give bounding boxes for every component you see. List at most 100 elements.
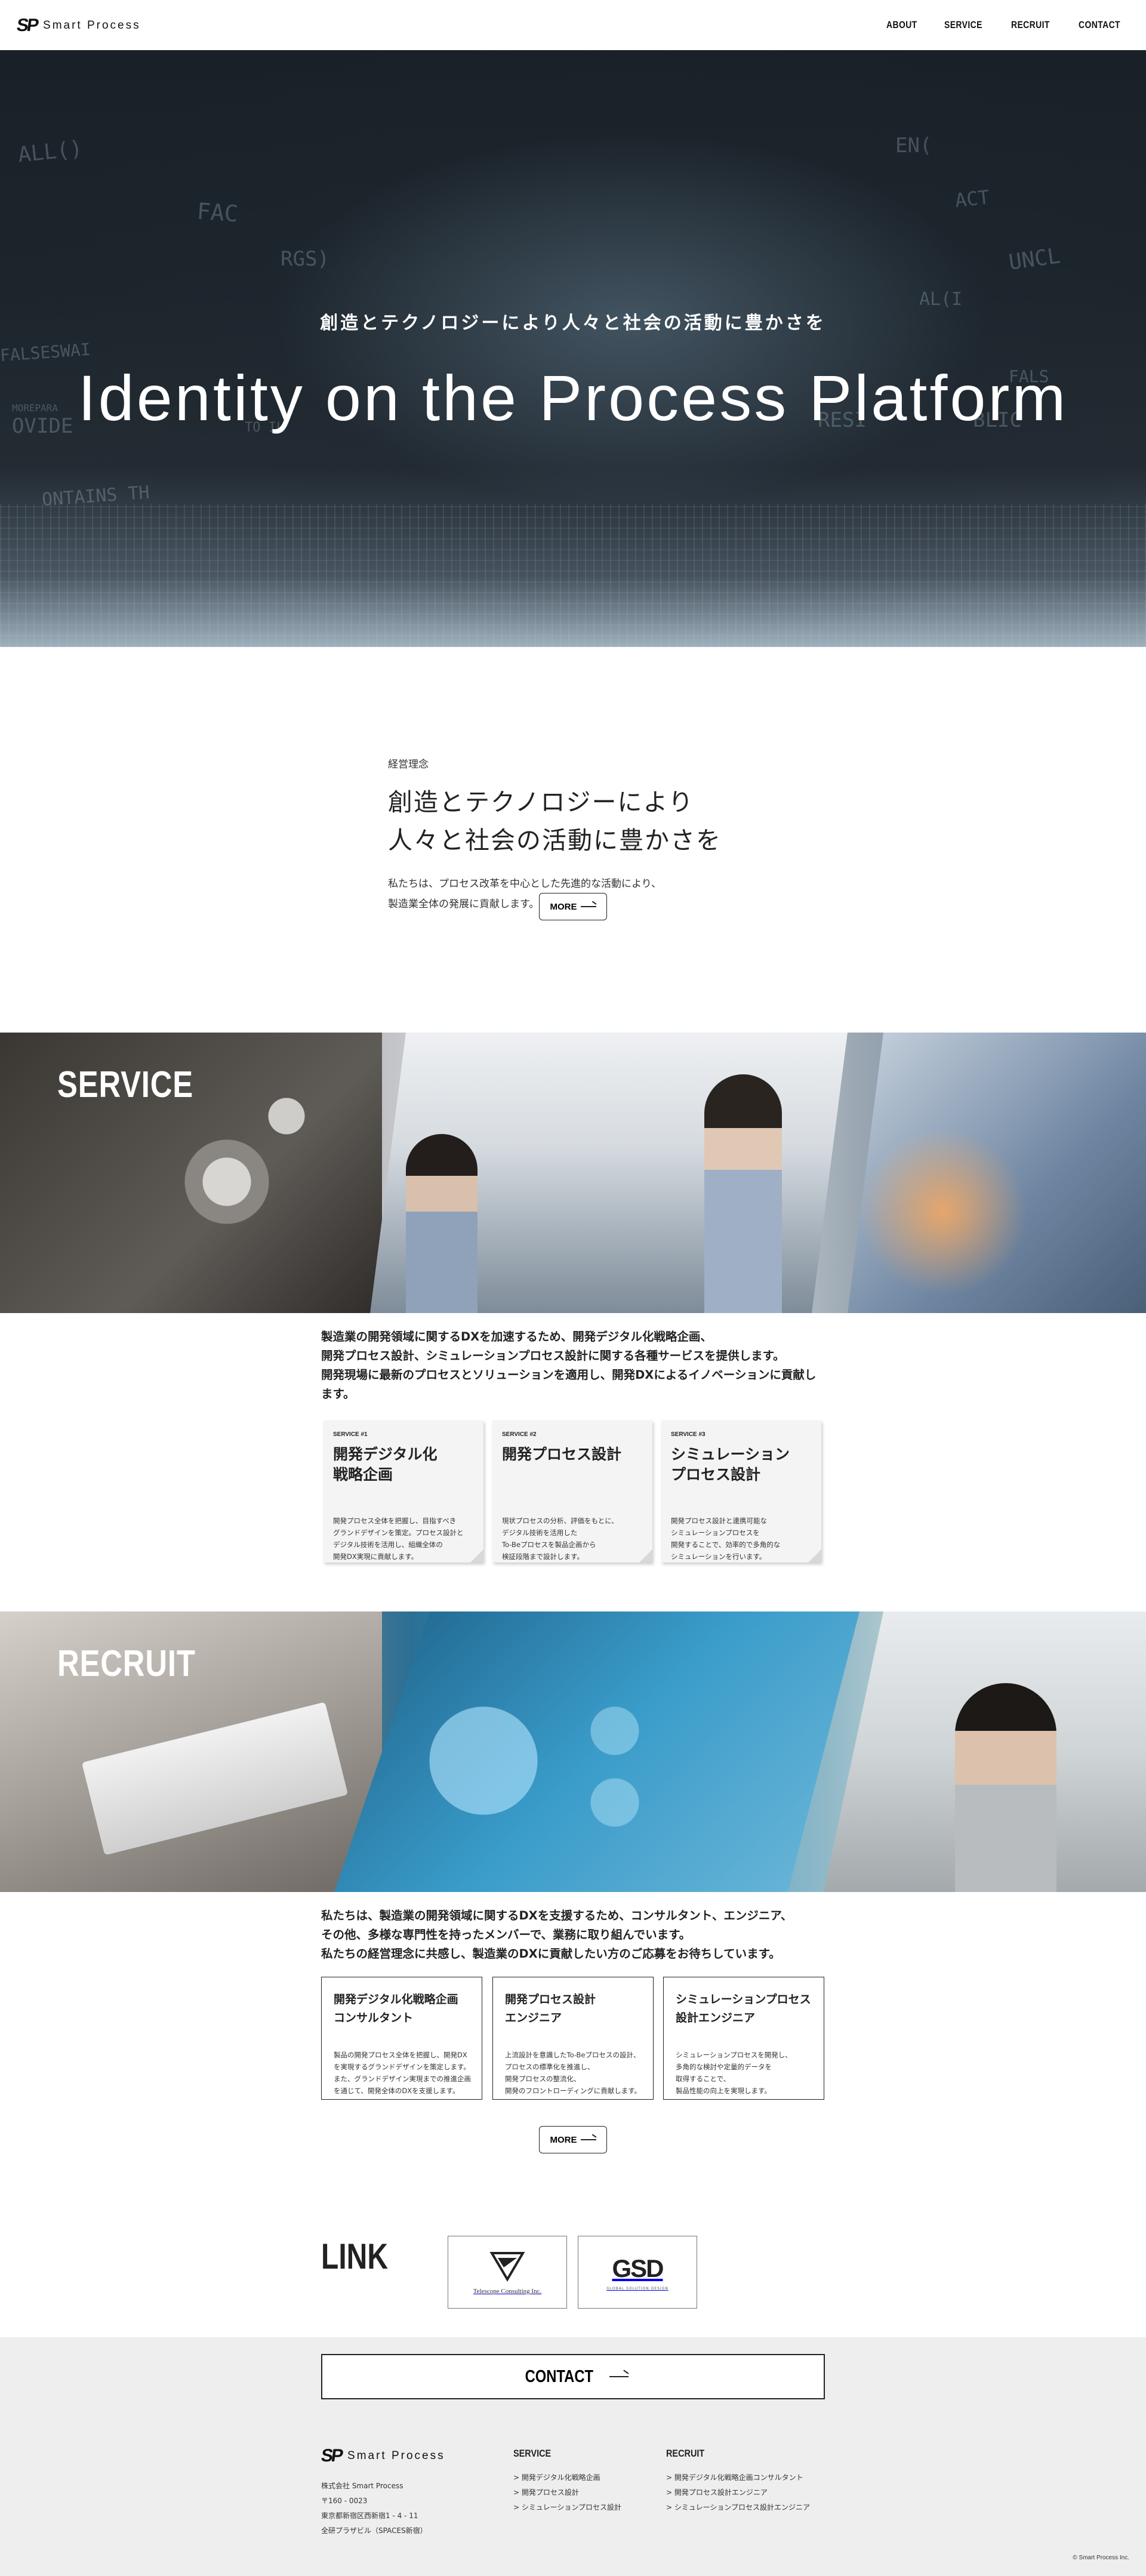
partner-link-gsd[interactable]: GSD GLOBAL SOLUTION DESIGN	[578, 2236, 697, 2309]
philosophy-body-line: 私たちは、プロセス改革を中心とした先進的な活動により、	[388, 878, 661, 890]
service-card[interactable]: SERVICE #3 シミュレーション プロセス設計 開発プロセス設計と連携可能…	[661, 1421, 821, 1563]
hero-bg-text: EN(	[895, 134, 932, 158]
service-card-title: シミュレーション プロセス設計	[671, 1444, 790, 1485]
footer-link[interactable]: > シミュレーションプロセス設計	[513, 2500, 621, 2515]
service-card-title-line: 戦略企画	[333, 1466, 393, 1483]
address-line: 株式会社 Smart Process	[321, 2482, 403, 2490]
link-section: LINK Telescope Consulting Inc. GSD GLOBA…	[0, 2236, 1146, 2337]
service-card-description: 開発プロセス設計と連携可能な シミュレーションプロセスを 開発することで、効率的…	[671, 1515, 780, 1563]
partner-name: Telescope Consulting Inc.	[473, 2288, 542, 2295]
philosophy-heading-line: 人々と社会の活動に豊かさを	[388, 826, 722, 855]
recruit-banner-title: RECRUIT	[57, 1643, 196, 1684]
job-card-title: 開発デジタル化戦略企画 コンサルタント	[334, 1990, 458, 2027]
desc-line: 開発することで、効率的で多角的な	[671, 1540, 781, 1549]
address-line: 〒160 - 0023	[321, 2497, 368, 2505]
recruit-lead: 私たちは、製造業の開発領域に関するDXを支援するため、コンサルタント、エンジニア…	[321, 1906, 828, 1964]
hero-bg-text: ACT	[954, 186, 991, 212]
service-card-title-line: シミュレーション	[671, 1446, 790, 1463]
footer-link[interactable]: > 開発プロセス設計	[513, 2485, 621, 2500]
recruit-more-button[interactable]: MORE	[539, 2126, 607, 2153]
footer-link[interactable]: > シミュレーションプロセス設計エンジニア	[666, 2500, 810, 2515]
nav-service[interactable]: SERVICE	[944, 19, 982, 31]
hero-background-code: ALL() FAC RGS) FALSESWAI OVIDE MOREPARA …	[0, 50, 1146, 647]
logo-mark: SP	[319, 2446, 343, 2466]
more-label: MORE	[550, 901, 577, 912]
service-lead-line: 製造業の開発領域に関するDXを加速するため、開発デジタル化戦略企画、	[321, 1330, 712, 1344]
arrow-right-icon	[580, 906, 596, 907]
desc-line: 開発プロセスの整流化、	[505, 2075, 581, 2083]
recruit-lead-line: 私たちは、製造業の開発領域に関するDXを支援するため、コンサルタント、エンジニア…	[321, 1909, 793, 1922]
service-lead-line: 開発プロセス設計、シミュレーションプロセス設計に関する各種サービスを提供します。	[321, 1349, 785, 1363]
footer-logo[interactable]: SP Smart Process	[319, 2446, 445, 2466]
recruit-lead-line: その他、多様な専門性を持ったメンバーで、業務に取り組んでいます。	[321, 1928, 691, 1942]
job-title-line: エンジニア	[505, 2011, 562, 2025]
site-logo[interactable]: SP Smart Process	[16, 16, 141, 36]
job-title-line: 開発デジタル化戦略企画	[334, 1993, 458, 2006]
service-banner-person	[406, 1134, 478, 1313]
desc-line: 開発DX実現に貢献します。	[333, 1552, 418, 1561]
link-title: LINK	[321, 2236, 388, 2276]
footer-column-title: RECRUIT	[666, 2448, 705, 2459]
job-card-title: シミュレーションプロセス 設計エンジニア	[676, 1990, 811, 2027]
service-lead-line: ます。	[321, 1387, 355, 1401]
job-card[interactable]: 開発プロセス設計 エンジニア 上流設計を意識したTo-Beプロセスの設計、 プロ…	[492, 1977, 654, 2100]
footer-column-title: SERVICE	[513, 2448, 552, 2459]
service-card-number: SERVICE #2	[502, 1431, 537, 1438]
service-lead: 製造業の開発領域に関するDXを加速するため、開発デジタル化戦略企画、 開発プロセ…	[321, 1327, 828, 1404]
service-section: 製造業の開発領域に関するDXを加速するため、開発デジタル化戦略企画、 開発プロセ…	[0, 1313, 1146, 1611]
job-card[interactable]: 開発デジタル化戦略企画 コンサルタント 製品の開発プロセス全体を把握し、開発DX…	[321, 1977, 482, 2100]
service-card-title-line: 開発デジタル化	[333, 1446, 438, 1463]
address-line: 東京都新宿区西新宿1 - 4 - 11	[321, 2512, 418, 2520]
footer-link[interactable]: > 開発デジタル化戦略企画	[513, 2470, 621, 2485]
hero-bg-text: ALL()	[17, 136, 84, 168]
desc-line: シミュレーションを行います。	[671, 1552, 766, 1561]
nav-contact[interactable]: CONTACT	[1079, 19, 1120, 31]
philosophy-more-button[interactable]: MORE	[539, 893, 607, 920]
recruit-banner-digital-image	[334, 1611, 860, 1892]
recruit-lead-line: 私たちの経営理念に共感し、製造業のDXに貢献したい方のご応募をお待ちしています。	[321, 1947, 781, 1961]
footer-link[interactable]: > 開発プロセス設計エンジニア	[666, 2485, 810, 2500]
philosophy-body: 私たちは、プロセス改革を中心とした先進的な活動により、 製造業全体の発展に貢献し…	[388, 874, 661, 914]
service-card-description: 開発プロセス全体を把握し、目指すべき グランドデザインを策定。プロセス設計と デ…	[333, 1515, 464, 1563]
philosophy-heading-line: 創造とテクノロジーにより	[388, 788, 694, 816]
desc-line: を通じて、開発全体のDXを支援します。	[334, 2087, 460, 2095]
service-card-title: 開発プロセス設計	[502, 1444, 621, 1465]
nav-recruit[interactable]: RECRUIT	[1011, 19, 1050, 31]
desc-line: 開発プロセス設計と連携可能な	[671, 1517, 767, 1525]
service-card-number: SERVICE #1	[333, 1431, 368, 1438]
desc-line: 上流設計を意識したTo-Beプロセスの設計、	[505, 2051, 640, 2059]
footer-service-column: SERVICE > 開発デジタル化戦略企画 > 開発プロセス設計 > シミュレー…	[513, 2448, 621, 2515]
partner-subtitle: GLOBAL SOLUTION DESIGN	[606, 2286, 668, 2291]
desc-line: 現状プロセスの分析、評価をもとに、	[502, 1517, 618, 1525]
partner-link-telescope[interactable]: Telescope Consulting Inc.	[448, 2236, 567, 2309]
recruit-banner-person	[955, 1683, 1056, 1892]
footer-link[interactable]: > 開発デジタル化戦略企画コンサルタント	[666, 2470, 810, 2485]
job-title-line: 開発プロセス設計	[505, 1993, 596, 2006]
nav-about[interactable]: ABOUT	[886, 19, 917, 31]
philosophy-heading: 創造とテクノロジーにより 人々と社会の活動に豊かさを	[388, 783, 722, 859]
job-card-description: シミュレーションプロセスを開発し、 多角的な検討や定量的データを 取得することで…	[676, 2049, 792, 2097]
hero-bg-text: AL(I	[919, 289, 963, 310]
footer-address: 株式会社 Smart Process 〒160 - 0023 東京都新宿区西新宿…	[321, 2479, 427, 2538]
hero-subtitle: 創造とテクノロジーにより人々と社会の活動に豊かさを	[320, 313, 826, 334]
philosophy-section: 経営理念 創造とテクノロジーにより 人々と社会の活動に豊かさを 私たちは、プロセ…	[0, 647, 1146, 1033]
address-line: 全研プラザビル（SPACES新宿）	[321, 2526, 427, 2535]
contact-button[interactable]: CONTACT	[321, 2354, 825, 2399]
desc-line: 検証段階まで設計します。	[502, 1552, 584, 1561]
desc-line: 製品の開発プロセス全体を把握し、開発DX	[334, 2051, 467, 2059]
service-card-description: 現状プロセスの分析、評価をもとに、 デジタル技術を活用した To-Beプロセスを…	[502, 1515, 618, 1563]
service-card[interactable]: SERVICE #1 開発デジタル化 戦略企画 開発プロセス全体を把握し、目指す…	[324, 1421, 483, 1563]
service-card-title: 開発デジタル化 戦略企画	[333, 1444, 438, 1485]
hero-title: Identity on the Process Platform	[78, 362, 1068, 434]
job-card[interactable]: シミュレーションプロセス 設計エンジニア シミュレーションプロセスを開発し、 多…	[663, 1977, 824, 2100]
telescope-logo-icon	[489, 2252, 525, 2282]
recruit-banner: RECRUIT	[0, 1611, 1146, 1892]
logo-text: Smart Process	[43, 19, 141, 32]
desc-line: デジタル技術を活用し、組織全体の	[333, 1540, 443, 1549]
service-card[interactable]: SERVICE #2 開発プロセス設計 現状プロセスの分析、評価をもとに、 デジ…	[492, 1421, 652, 1563]
desc-line: 開発のフロントローディングに貢献します。	[505, 2087, 642, 2095]
service-card-title-line: プロセス設計	[671, 1466, 761, 1483]
service-banner: SERVICE	[0, 1033, 1146, 1313]
hero-bg-text: FAC	[196, 198, 239, 227]
desc-line: シミュレーションプロセスを開発し、	[676, 2051, 792, 2059]
